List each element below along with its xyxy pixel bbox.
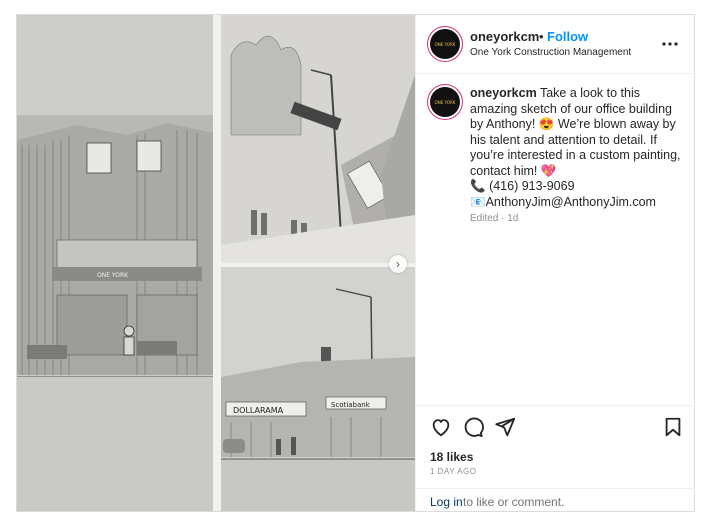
emoji-heart: 💖 — [540, 163, 557, 178]
post-timestamp: 1 DAY AGO — [430, 467, 477, 476]
sign-dollarama: DOLLARAMA — [233, 406, 284, 415]
caption-username[interactable]: oneyorkcm — [470, 86, 537, 100]
login-prompt: Log in to like or comment. — [416, 488, 695, 512]
action-bar — [416, 405, 695, 446]
profile-avatar[interactable]: ONE YORK — [430, 29, 460, 59]
account-subtitle: One York Construction Management — [470, 47, 632, 58]
edited-timestamp: Edited · 1d — [470, 213, 519, 224]
caption-email: AnthonyJim@AnthonyJim.com — [485, 194, 656, 209]
caption-phone: (416) 913-9069 — [489, 179, 575, 193]
email-icon: 📧 — [470, 194, 486, 209]
sign-scotiabank: Scotiabank — [331, 401, 371, 409]
separator-dot: • — [539, 29, 544, 44]
follow-button[interactable]: Follow — [547, 29, 588, 44]
likes-count[interactable]: 18 likes — [430, 450, 473, 464]
avatar-logo-text: ONE YORK — [434, 99, 456, 105]
post-media-carousel[interactable]: ONE YORK DOLLARAMA Scotiabank › — [17, 15, 415, 511]
username-link[interactable]: oneyorkcm — [470, 29, 539, 44]
instagram-post: ONE YORK DOLLARAMA Scotiabank › ONE YORK… — [16, 14, 695, 512]
building-sketch-illustration: ONE YORK — [17, 15, 213, 511]
sketch-panel-plaza: DOLLARAMA Scotiabank — [221, 267, 415, 511]
share-icon[interactable] — [494, 416, 516, 438]
login-prompt-text: to like or comment. — [463, 495, 565, 509]
carousel-next-button[interactable]: › — [389, 255, 407, 273]
post-sidebar: ONE YORK oneyorkcm • Follow One York Con… — [415, 15, 695, 511]
emoji-heart-eyes: 😍 — [538, 117, 555, 131]
caption-text: oneyorkcm Take a look to this amazing sk… — [470, 86, 682, 210]
phone-icon: 📞 — [470, 179, 486, 193]
heart-icon[interactable] — [430, 416, 452, 438]
more-horizontal-icon[interactable] — [662, 33, 678, 51]
sketch-panel-building: ONE YORK — [17, 15, 213, 511]
comment-icon[interactable] — [462, 416, 484, 438]
caption-avatar[interactable]: ONE YORK — [430, 87, 460, 117]
avatar-logo-text: ONE YORK — [434, 41, 456, 47]
plaza-sketch-illustration: DOLLARAMA Scotiabank — [221, 267, 415, 511]
chevron-right-icon: › — [396, 257, 400, 271]
post-header: ONE YORK oneyorkcm • Follow One York Con… — [416, 15, 695, 74]
sketch-panel-street-corner — [221, 15, 415, 263]
street-corner-sketch-illustration — [221, 15, 415, 263]
torn-paper-divider — [213, 15, 221, 511]
bookmark-icon[interactable] — [662, 416, 684, 438]
sign-one-york: ONE YORK — [97, 272, 129, 279]
login-link[interactable]: Log in — [430, 495, 463, 509]
